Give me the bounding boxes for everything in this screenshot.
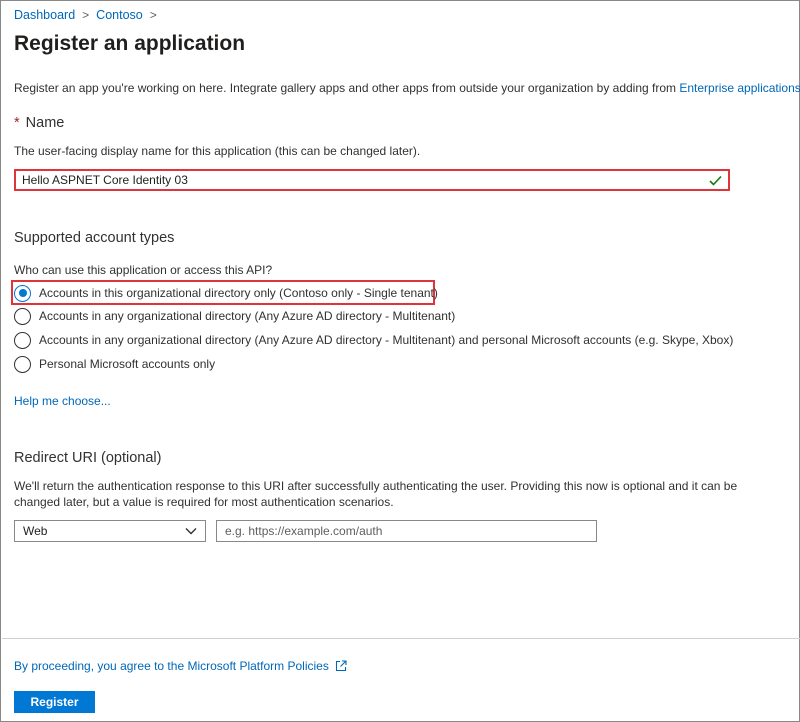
- enterprise-applications-link[interactable]: Enterprise applications: [679, 81, 800, 95]
- radio-button[interactable]: [14, 331, 31, 349]
- policy-notice: By proceeding, you agree to the Microsof…: [14, 659, 347, 673]
- platform-policies-link[interactable]: By proceeding, you agree to the Microsof…: [14, 659, 329, 673]
- redirect-uri-input[interactable]: [216, 520, 597, 542]
- account-option-multitenant-personal[interactable]: Accounts in any organizational directory…: [14, 331, 733, 349]
- intro-text: Register an app you're working on here. …: [14, 81, 800, 95]
- platform-select-value: Web: [23, 524, 48, 538]
- radio-button[interactable]: [14, 355, 31, 373]
- account-option-label: Personal Microsoft accounts only: [39, 357, 216, 371]
- breadcrumb-contoso[interactable]: Contoso: [96, 8, 143, 22]
- check-icon: [708, 173, 722, 187]
- account-option-multitenant[interactable]: Accounts in any organizational directory…: [14, 307, 455, 325]
- platform-select[interactable]: Web: [14, 520, 206, 542]
- breadcrumb: Dashboard > Contoso >: [14, 8, 164, 22]
- radio-button-selected[interactable]: [14, 284, 31, 302]
- name-help-text: The user-facing display name for this ap…: [14, 144, 421, 158]
- name-label-text: Name: [25, 115, 65, 131]
- chevron-down-icon: [185, 524, 197, 538]
- name-input-value[interactable]: Hello ASPNET Core Identity 03: [22, 173, 708, 187]
- account-option-label: Accounts in any organizational directory…: [39, 333, 734, 347]
- breadcrumb-separator: >: [149, 8, 157, 22]
- name-label: * Name: [14, 115, 64, 131]
- required-indicator: *: [14, 115, 20, 131]
- account-option-single-tenant[interactable]: Accounts in this organizational director…: [14, 284, 438, 302]
- account-types-label: Supported account types: [14, 230, 175, 246]
- account-option-label: Accounts in this organizational director…: [39, 286, 438, 300]
- register-app-blade: Dashboard > Contoso > Register an applic…: [0, 0, 800, 722]
- account-option-label: Accounts in any organizational directory…: [39, 309, 456, 323]
- radio-button[interactable]: [14, 307, 31, 325]
- breadcrumb-separator: >: [82, 8, 90, 22]
- breadcrumb-dashboard[interactable]: Dashboard: [14, 8, 75, 22]
- name-input[interactable]: Hello ASPNET Core Identity 03: [14, 169, 730, 191]
- help-me-choose-link[interactable]: Help me choose...: [14, 394, 111, 408]
- account-types-question: Who can use this application or access t…: [14, 263, 273, 277]
- intro-text-body: Register an app you're working on here. …: [14, 81, 680, 95]
- redirect-uri-label: Redirect URI (optional): [14, 450, 162, 466]
- external-link-icon[interactable]: [335, 660, 347, 672]
- page-title: Register an application: [14, 32, 246, 55]
- register-button[interactable]: Register: [14, 691, 95, 713]
- redirect-uri-description: We'll return the authentication response…: [14, 479, 738, 509]
- footer-divider: [2, 638, 800, 639]
- account-option-personal[interactable]: Personal Microsoft accounts only: [14, 355, 215, 373]
